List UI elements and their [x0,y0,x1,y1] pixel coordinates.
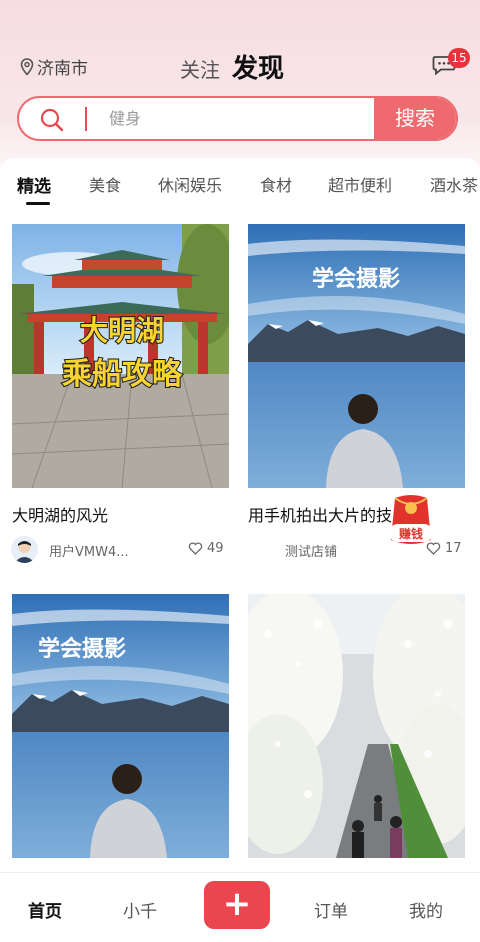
like-count: 49 [207,541,224,556]
active-tab-indicator [26,202,50,205]
nav-mine[interactable]: 我的 [409,897,443,922]
post-image[interactable]: 学会摄影 [248,224,465,488]
daming-lake-photo: 大明湖 乘船攻略 [12,224,229,488]
category-tab-supermarket[interactable]: 超市便利 [328,172,392,196]
overlay-text: 学会摄影 [38,636,126,662]
post-author[interactable]: 用户VMW4... [49,541,129,560]
top-header: 济南市 关注 发现 15 [0,40,480,90]
red-envelope-icon: 赚钱 [389,495,433,544]
search-bar: 健身 搜索 [17,96,458,141]
tab-follow[interactable]: 关注 [180,54,220,83]
red-packet-button[interactable]: 赚钱 [381,494,441,552]
category-tabs: 精选 美食 休闲娱乐 食材 超市便利 酒水茶 [0,158,480,212]
post-image[interactable]: 大明湖 乘船攻略 [12,224,229,488]
category-tab-featured[interactable]: 精选 [17,172,51,197]
location-label: 济南市 [37,59,88,79]
category-tab-drinks[interactable]: 酒水茶 [430,172,478,196]
category-tab-ingredients[interactable]: 食材 [260,172,292,196]
nav-orders[interactable]: 订单 [314,897,348,922]
nav-xiaoqian[interactable]: 小千 [123,897,157,922]
nav-home[interactable]: 首页 [28,897,62,922]
overlay-text: 学会摄影 [312,266,400,292]
post-author[interactable]: 测试店铺 [285,541,337,560]
like-counter[interactable]: 49 [188,541,224,556]
search-divider [85,107,87,131]
location-selector[interactable]: 济南市 [20,54,88,79]
search-input[interactable]: 健身 [109,98,369,139]
blossom-path-photo [248,594,465,858]
lake-portrait-photo: 学会摄影 [248,224,465,488]
overlay-text-line1: 大明湖 [80,314,164,347]
like-count: 17 [445,541,462,556]
search-button[interactable]: 搜索 [374,98,456,139]
tab-discover[interactable]: 发现 [232,48,284,85]
avatar[interactable] [11,536,38,563]
lake-portrait-photo: 学会摄影 [12,594,229,858]
location-pin-icon [20,57,34,76]
category-tab-food[interactable]: 美食 [89,172,121,196]
post-title[interactable]: 大明湖的风光 [12,502,229,526]
top-tabs: 关注 发现 [180,48,284,85]
create-post-button[interactable]: + [204,881,270,929]
post-image[interactable] [248,594,465,858]
category-tab-leisure[interactable]: 休闲娱乐 [158,172,222,196]
post-image[interactable]: 学会摄影 [12,594,229,858]
overlay-text-line2: 乘船攻略 [62,357,183,392]
user-avatar-icon [14,541,35,563]
red-packet-label: 赚钱 [398,526,423,541]
heart-icon [188,542,203,555]
message-badge: 15 [448,48,470,68]
bottom-navigation: 首页 小千 + 订单 我的 [0,872,480,942]
search-icon [40,108,64,132]
